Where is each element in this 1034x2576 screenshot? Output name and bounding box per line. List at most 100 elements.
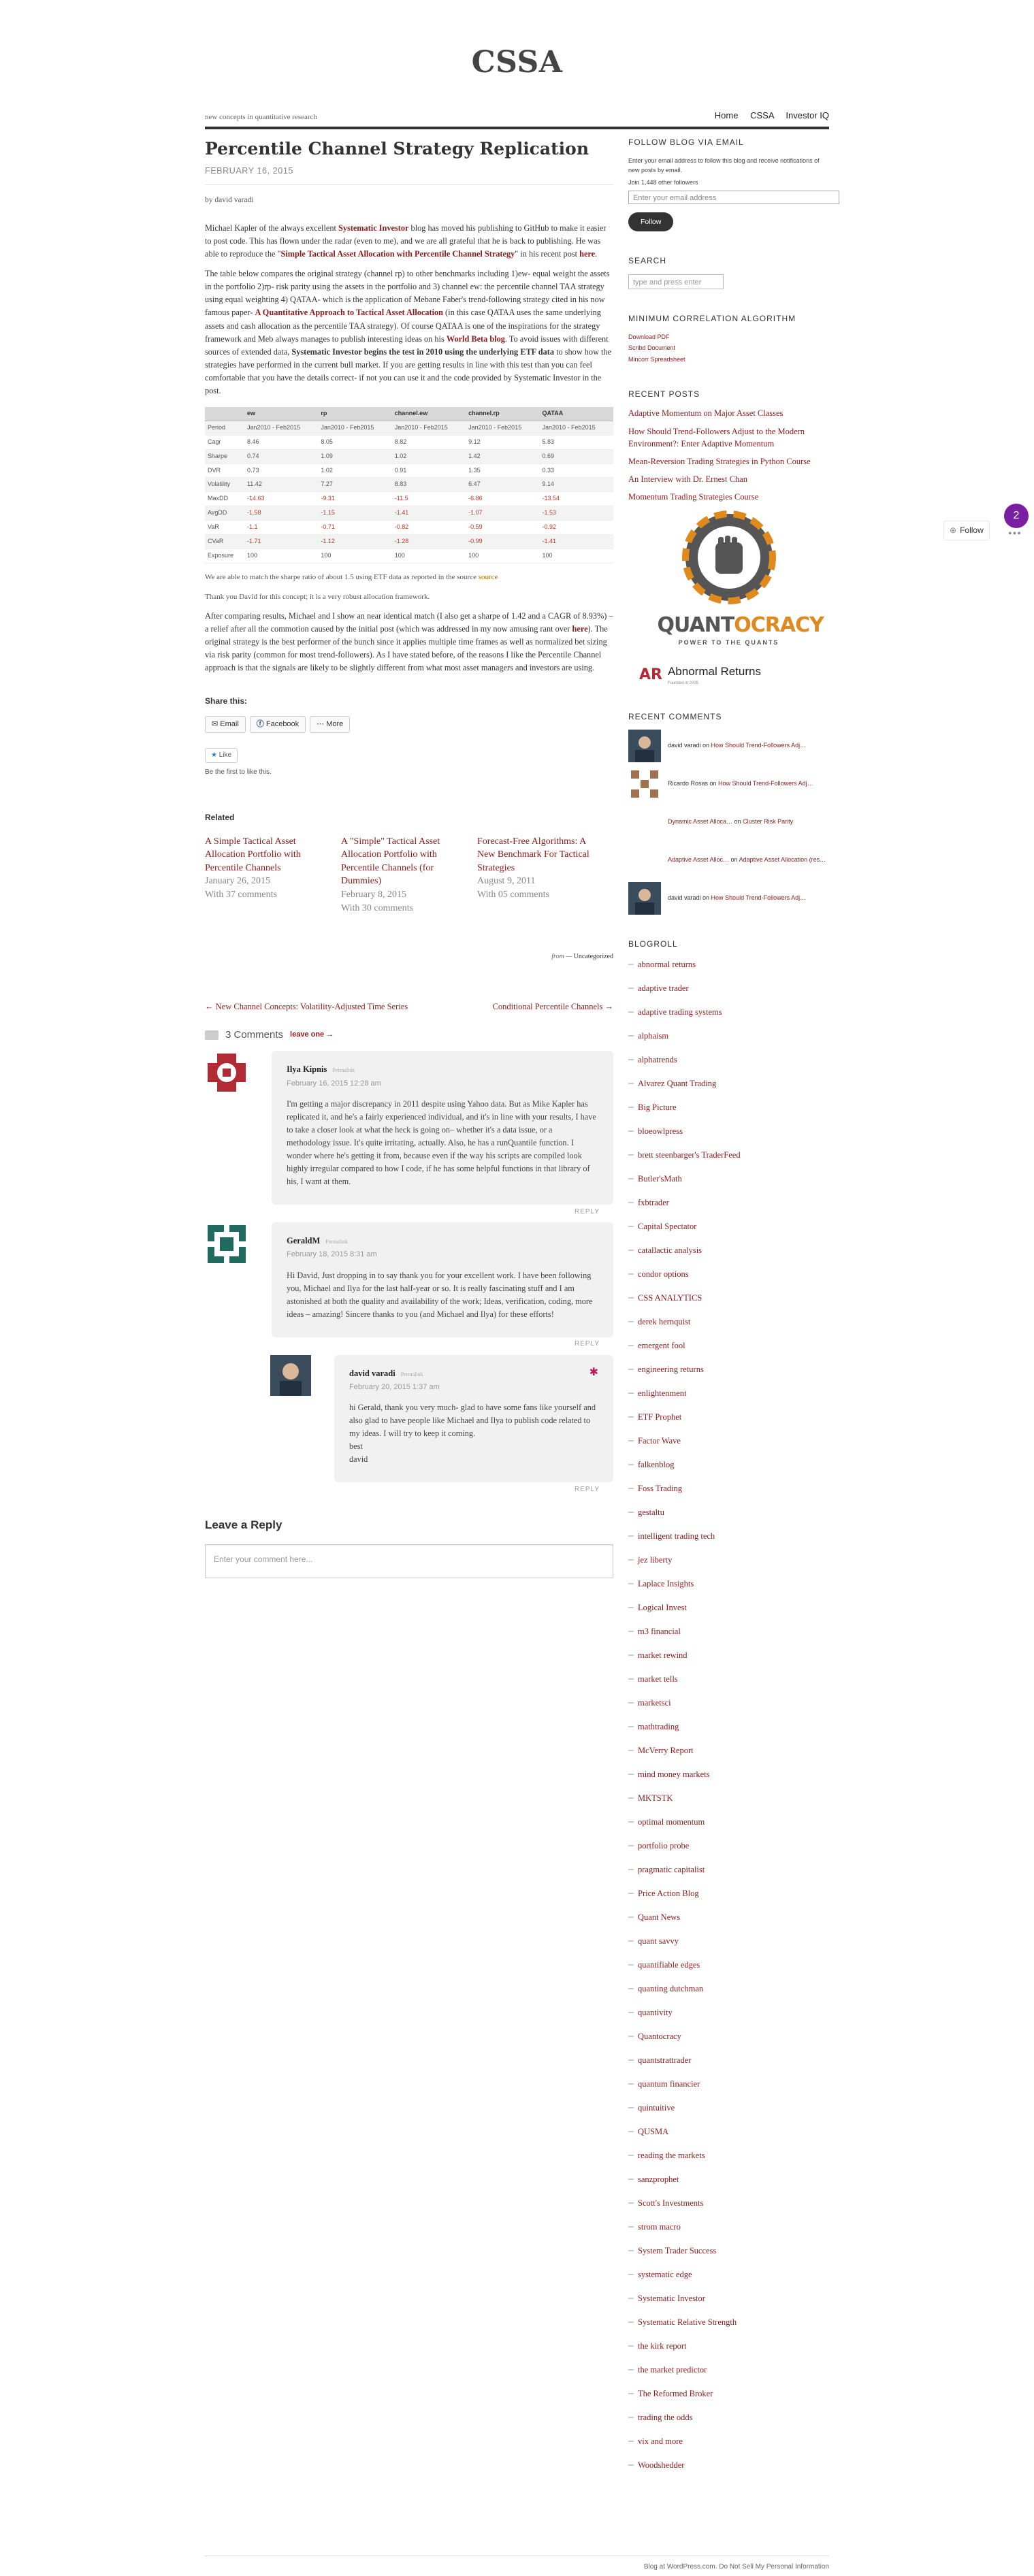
related-post-link[interactable]: Forecast-Free Algorithms: A New Benchmar… (477, 835, 601, 875)
link-here[interactable]: here (579, 249, 595, 259)
recent-post-link[interactable]: How Should Trend-Followers Adjust to the… (628, 427, 805, 449)
recent-comment-link[interactable]: How Should Trend-Followers Adj… (711, 742, 807, 749)
blogroll-link[interactable]: quant savvy (638, 1936, 679, 1946)
blogroll-link[interactable]: market rewind (638, 1650, 688, 1660)
blogroll-link[interactable]: Price Action Blog (638, 1889, 699, 1898)
related-post-link[interactable]: A "Simple" Tactical Asset Allocation Por… (341, 835, 465, 888)
blogroll-link[interactable]: portfolio probe (638, 1841, 689, 1851)
blogroll-link[interactable]: marketsci (638, 1698, 671, 1708)
permalink[interactable]: Permalink (401, 1371, 423, 1377)
blogroll-link[interactable]: Scott's Investments (638, 2198, 703, 2208)
blogroll-link[interactable]: vix and more (638, 2436, 683, 2446)
blogroll-link[interactable]: Butler'sMath (638, 1174, 682, 1184)
blogroll-link[interactable]: derek hernquist (638, 1317, 690, 1326)
blogroll-link[interactable]: gestaltu (638, 1507, 664, 1517)
blogroll-link[interactable]: trading the odds (638, 2413, 693, 2422)
share-facebook-button[interactable]: ⓕ Facebook (249, 716, 306, 734)
more-options-icon[interactable]: ••• (1008, 526, 1022, 543)
recent-comment-link[interactable]: How Should Trend-Followers Adj… (718, 780, 813, 787)
blogroll-link[interactable]: Quant News (638, 1912, 680, 1922)
share-email-button[interactable]: ✉ Email (205, 716, 246, 734)
previous-post-link[interactable]: ← New Channel Concepts: Volatility-Adjus… (205, 1000, 408, 1013)
reply-button[interactable]: REPLY (575, 1339, 600, 1350)
email-field[interactable]: Enter your email address (628, 190, 839, 204)
blogroll-link[interactable]: Alvarez Quant Trading (638, 1079, 716, 1088)
blogroll-link[interactable]: jez liberty (638, 1555, 672, 1565)
blogroll-link[interactable]: quantum financier (638, 2079, 700, 2089)
search-input[interactable]: type and press enter (628, 274, 724, 289)
blogroll-link[interactable]: intelligent trading tech (638, 1531, 715, 1541)
share-more-button[interactable]: ⋯ More (310, 716, 351, 734)
scribd-link[interactable]: Scribd Document (628, 342, 829, 353)
related-post-link[interactable]: A Simple Tactical Asset Allocation Portf… (205, 835, 329, 875)
blogroll-link[interactable]: Laplace Insights (638, 1579, 694, 1588)
blogroll-link[interactable]: MKTSTK (638, 1793, 673, 1803)
blogroll-link[interactable]: adaptive trader (638, 983, 689, 993)
spreadsheet-link[interactable]: Mincorr Spreadsheet (628, 354, 829, 365)
link-qtaa-paper[interactable]: A Quantitative Approach to Tactical Asse… (255, 308, 443, 317)
blogroll-link[interactable]: System Trader Success (638, 2246, 716, 2255)
blogroll-link[interactable]: quantivity (638, 2008, 673, 2017)
blogroll-link[interactable]: bloeowlpress (638, 1126, 683, 1136)
blogroll-link[interactable]: Quantocracy (638, 2032, 681, 2041)
blogroll-link[interactable]: falkenblog (638, 1460, 674, 1469)
comment-author[interactable]: david varadi (349, 1369, 395, 1378)
like-button[interactable]: ★ Like (205, 748, 238, 763)
reply-button[interactable]: REPLY (575, 1484, 600, 1495)
category-link[interactable]: Uncategorized (574, 953, 613, 960)
blogroll-link[interactable]: mathtrading (638, 1722, 679, 1731)
recent-comment-link[interactable]: Adaptive Asset Allocation (res… (739, 856, 826, 863)
link-world-beta[interactable]: World Beta blog (447, 334, 505, 344)
comment-author[interactable]: Ilya Kipnis (287, 1064, 327, 1074)
blogroll-link[interactable]: quantifiable edges (638, 1960, 700, 1970)
blogroll-link[interactable]: alphatrends (638, 1055, 677, 1064)
blogroll-link[interactable]: reading the markets (638, 2151, 705, 2160)
blogroll-link[interactable]: the kirk report (638, 2341, 687, 2351)
recent-comment-link[interactable]: Cluster Risk Parity (743, 818, 793, 825)
blogroll-link[interactable]: pragmatic capitalist (638, 1865, 705, 1874)
link-systematic-investor[interactable]: Systematic Investor (338, 223, 408, 233)
blogroll-link[interactable]: ETF Prophet (638, 1412, 681, 1422)
blogroll-link[interactable]: engineering returns (638, 1365, 704, 1374)
follow-button[interactable]: Follow (628, 212, 674, 232)
menu-item-home[interactable]: Home (715, 110, 739, 120)
blogroll-link[interactable]: Big Picture (638, 1103, 677, 1112)
permalink[interactable]: Permalink (325, 1239, 348, 1245)
quantocracy-badge[interactable]: QUANTOCRACY POWER TO THE QUANTS (658, 510, 824, 648)
download-pdf-link[interactable]: Download PDF (628, 331, 829, 342)
blogroll-link[interactable]: sanzprophet (638, 2174, 679, 2184)
menu-item-investor-iq[interactable]: Investor IQ (786, 110, 829, 120)
blogroll-link[interactable]: Systematic Relative Strength (638, 2317, 737, 2327)
blogroll-link[interactable]: abnormal returns (638, 960, 696, 969)
comment-author[interactable]: GeraldM (287, 1236, 320, 1245)
link-simple-taa[interactable]: Simple Tactical Asset Allocation with Pe… (281, 249, 515, 259)
blogroll-link[interactable]: Woodshedder (638, 2460, 684, 2470)
floating-follow-button[interactable]: ⊕ Follow (943, 521, 990, 540)
recent-comment-author[interactable]: Dynamic Asset Alloca… (668, 818, 732, 825)
blogroll-link[interactable]: quantstrattrader (638, 2055, 691, 2065)
blogroll-link[interactable]: Systematic Investor (638, 2294, 705, 2303)
blogroll-link[interactable]: Logical Invest (638, 1603, 687, 1612)
blogroll-link[interactable]: McVerry Report (638, 1746, 694, 1755)
leave-one-link[interactable]: leave one → (290, 1029, 334, 1041)
footer[interactable]: Blog at WordPress.com. Do Not Sell My Pe… (205, 2556, 829, 2573)
blogroll-link[interactable]: quanting dutchman (638, 1984, 703, 1993)
link-source[interactable]: source (479, 573, 498, 581)
blogroll-link[interactable]: fxbtrader (638, 1198, 669, 1207)
blogroll-link[interactable]: systematic edge (638, 2270, 692, 2279)
blogroll-link[interactable]: optimal momentum (638, 1817, 705, 1827)
blogroll-link[interactable]: alphaism (638, 1031, 668, 1041)
blogroll-link[interactable]: condor options (638, 1269, 689, 1279)
recent-comment-author[interactable]: Adaptive Asset Alloc… (668, 856, 729, 863)
comment-input[interactable]: Enter your comment here... (205, 1544, 613, 1578)
post-title[interactable]: Percentile Channel Strategy Replication (205, 139, 613, 159)
recent-post-link[interactable]: Adaptive Momentum on Major Asset Classes (628, 408, 783, 418)
reply-button[interactable]: REPLY (575, 1207, 600, 1218)
abnormal-returns-badge[interactable]: AR Abnormal Returns Founded in 2005 (639, 663, 829, 687)
blogroll-link[interactable]: The Reformed Broker (638, 2389, 713, 2398)
blogroll-link[interactable]: market tells (638, 1674, 678, 1684)
blogroll-link[interactable]: Foss Trading (638, 1484, 682, 1493)
recent-post-link[interactable]: An Interview with Dr. Ernest Chan (628, 474, 747, 484)
blogroll-link[interactable]: quintuitive (638, 2103, 675, 2113)
next-post-link[interactable]: Conditional Percentile Channels → (493, 1000, 613, 1013)
